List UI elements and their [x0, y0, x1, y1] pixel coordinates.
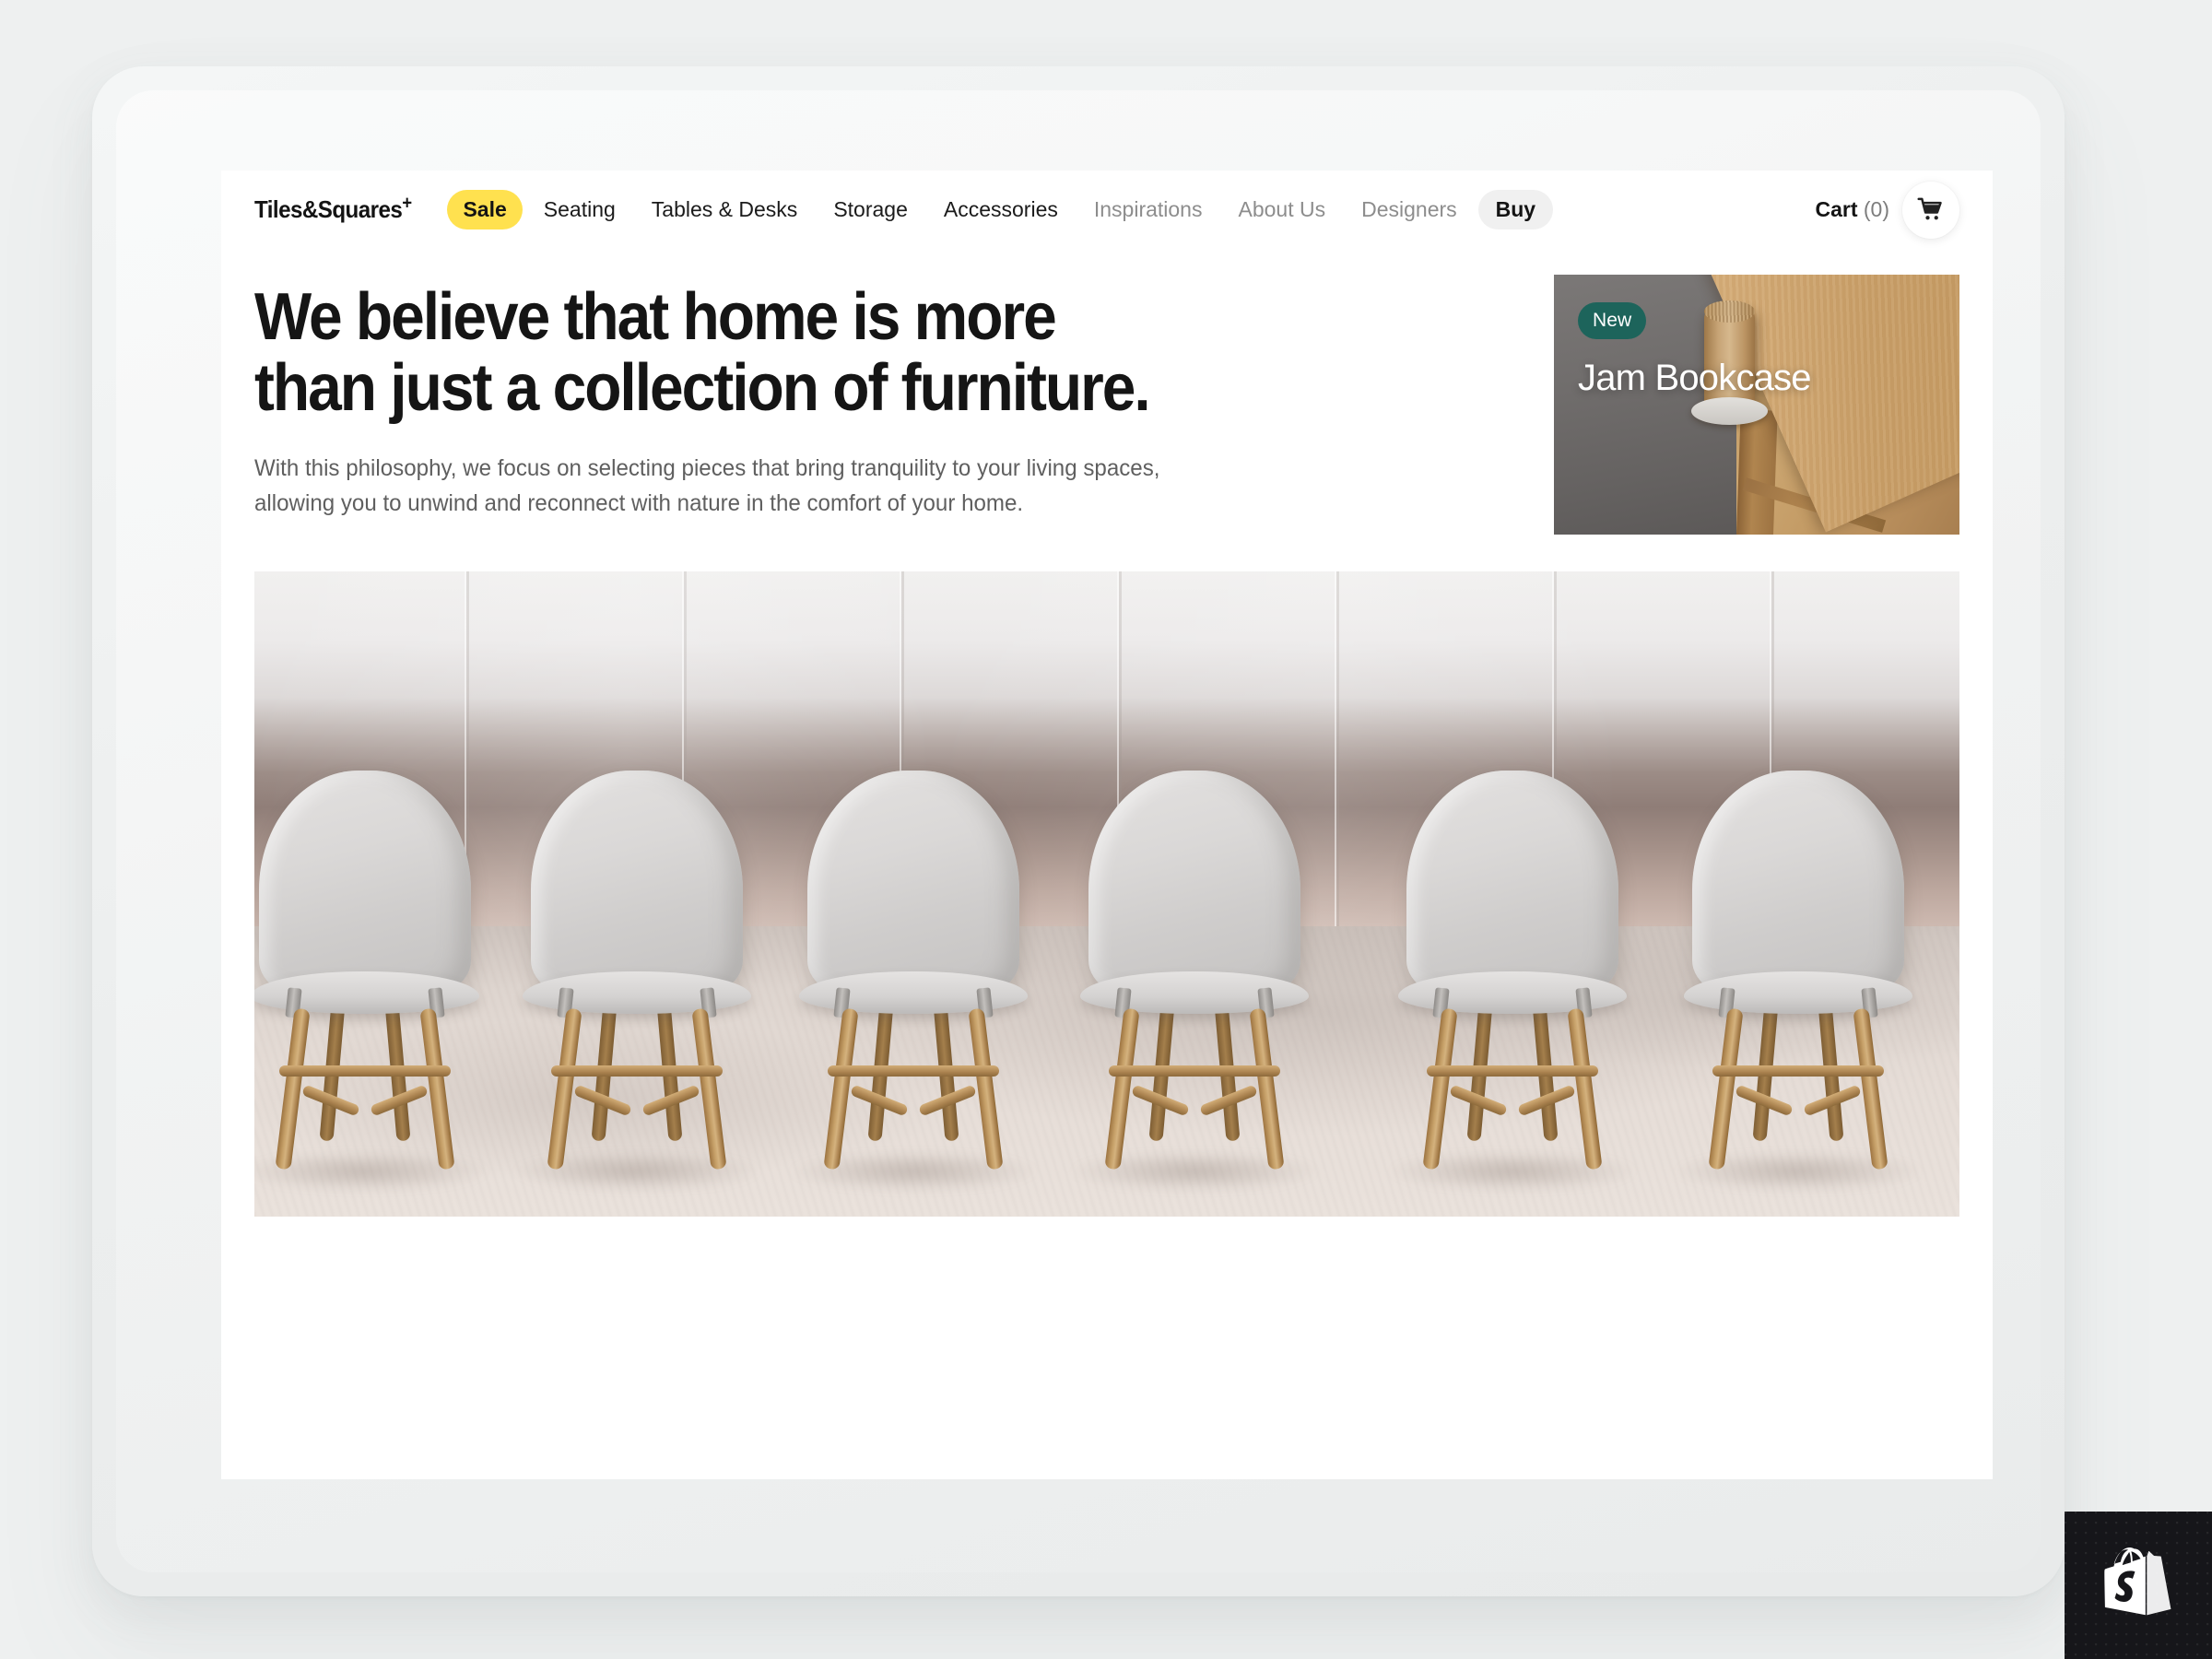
- chair-shell: [1406, 771, 1618, 1003]
- product-card-title: Jam Bookcase: [1578, 358, 1812, 398]
- brand-logo[interactable]: Tiles&Squares+: [254, 193, 412, 224]
- chair-stretcher-front: [1427, 1065, 1598, 1077]
- brand-name: Tiles&Squares: [254, 195, 403, 223]
- brand-superscript: +: [402, 193, 412, 214]
- chair-shell: [807, 771, 1019, 1003]
- nav-item-seating[interactable]: Seating: [529, 191, 630, 229]
- chair-seat: [1398, 971, 1627, 1014]
- chair-2: [511, 771, 763, 1192]
- chair-shell: [1692, 771, 1904, 1003]
- subhead-line-1: With this philosophy, we focus on select…: [254, 455, 1077, 482]
- nav-links: Sale Seating Tables & Desks Storage Acce…: [447, 190, 1815, 229]
- chair-stretcher-front: [551, 1065, 723, 1077]
- chair-seat: [1684, 971, 1912, 1014]
- top-navigation-bar: Tiles&Squares+ Sale Seating Tables & Des…: [221, 171, 1993, 249]
- chair-shell: [1088, 771, 1300, 1003]
- chair-6: [1672, 771, 1924, 1192]
- chair-shell: [259, 771, 471, 1003]
- chair-5: [1386, 771, 1639, 1192]
- chair-stretcher-front: [1109, 1065, 1280, 1077]
- hero-text-block: We believe that home is more than just a…: [254, 275, 1526, 521]
- nav-item-inspirations[interactable]: Inspirations: [1079, 191, 1218, 229]
- cart-button[interactable]: [1902, 181, 1959, 239]
- cart-label[interactable]: Cart (0): [1815, 197, 1889, 222]
- chair-shell: [531, 771, 743, 1003]
- chair-4: [1068, 771, 1321, 1192]
- chair-seat: [1080, 971, 1309, 1014]
- nav-right-group: Cart (0): [1815, 181, 1959, 239]
- chair-3: [787, 771, 1040, 1192]
- chair-stretcher-front: [279, 1065, 451, 1077]
- promo-card-overlay: New Jam Bookcase: [1554, 275, 1959, 535]
- product-promo-card[interactable]: New Jam Bookcase: [1554, 275, 1959, 535]
- cart-text: Cart: [1815, 197, 1858, 221]
- status-badge: New: [1578, 302, 1647, 339]
- page-title: We believe that home is more than just a…: [254, 280, 1342, 426]
- chair-seat: [523, 971, 751, 1014]
- headline-line-1: We believe that home is more: [254, 280, 1057, 354]
- chair-stretcher-front: [1712, 1065, 1884, 1077]
- shopping-cart-icon: [1917, 197, 1942, 219]
- hero-photo-chairs: [254, 571, 1959, 1217]
- nav-item-storage[interactable]: Storage: [818, 191, 923, 229]
- chair-stretcher-front: [828, 1065, 999, 1077]
- nav-item-accessories[interactable]: Accessories: [929, 191, 1073, 229]
- chair-1: [254, 771, 491, 1192]
- cart-count: (0): [1863, 197, 1889, 221]
- nav-item-buy[interactable]: Buy: [1477, 190, 1554, 229]
- hero-subheading: With this philosophy, we focus on select…: [254, 452, 1246, 521]
- chair-seat: [799, 971, 1028, 1014]
- nav-item-tables-desks[interactable]: Tables & Desks: [637, 191, 813, 229]
- hero-section: We believe that home is more than just a…: [221, 249, 1993, 535]
- nav-item-sale[interactable]: Sale: [447, 190, 523, 229]
- nav-item-designers[interactable]: Designers: [1347, 191, 1472, 229]
- headline-line-2: than just a collection of furniture.: [254, 351, 1151, 426]
- shopify-badge[interactable]: [2065, 1512, 2212, 1659]
- site-viewport: Tiles&Squares+ Sale Seating Tables & Des…: [221, 171, 1993, 1479]
- nav-item-about-us[interactable]: About Us: [1223, 191, 1340, 229]
- shopify-bag-icon: [2104, 1547, 2171, 1616]
